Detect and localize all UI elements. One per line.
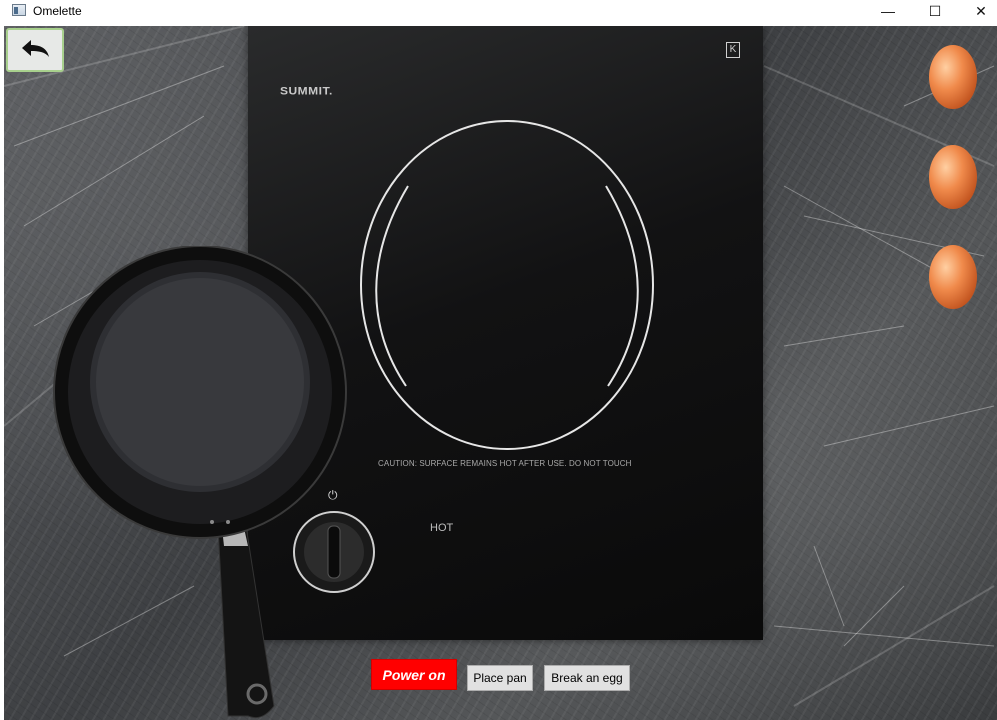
back-button[interactable] <box>6 28 64 72</box>
frying-pan[interactable] <box>52 246 352 720</box>
window-title: Omelette <box>33 4 82 18</box>
caution-text: CAUTION: SURFACE REMAINS HOT AFTER USE. … <box>378 459 632 468</box>
minimize-button[interactable]: — <box>865 0 911 22</box>
egg-3[interactable] <box>926 242 980 310</box>
egg-1[interactable] <box>926 42 980 110</box>
title-bar: Omelette — ☐ ✕ <box>0 0 997 22</box>
countertop-scene: SUMMIT. K CAUTION: SURFACE REMAINS HOT A… <box>4 26 997 720</box>
back-arrow-icon <box>22 40 49 57</box>
app-icon <box>12 4 26 16</box>
power-on-button[interactable]: Power on <box>371 659 457 690</box>
break-egg-button[interactable]: Break an egg <box>544 665 630 691</box>
egg-2[interactable] <box>926 142 980 210</box>
place-pan-button[interactable]: Place pan <box>467 665 533 691</box>
maximize-button[interactable]: ☐ <box>912 0 958 22</box>
close-button[interactable]: ✕ <box>958 0 997 22</box>
hot-label: HOT <box>430 522 454 534</box>
